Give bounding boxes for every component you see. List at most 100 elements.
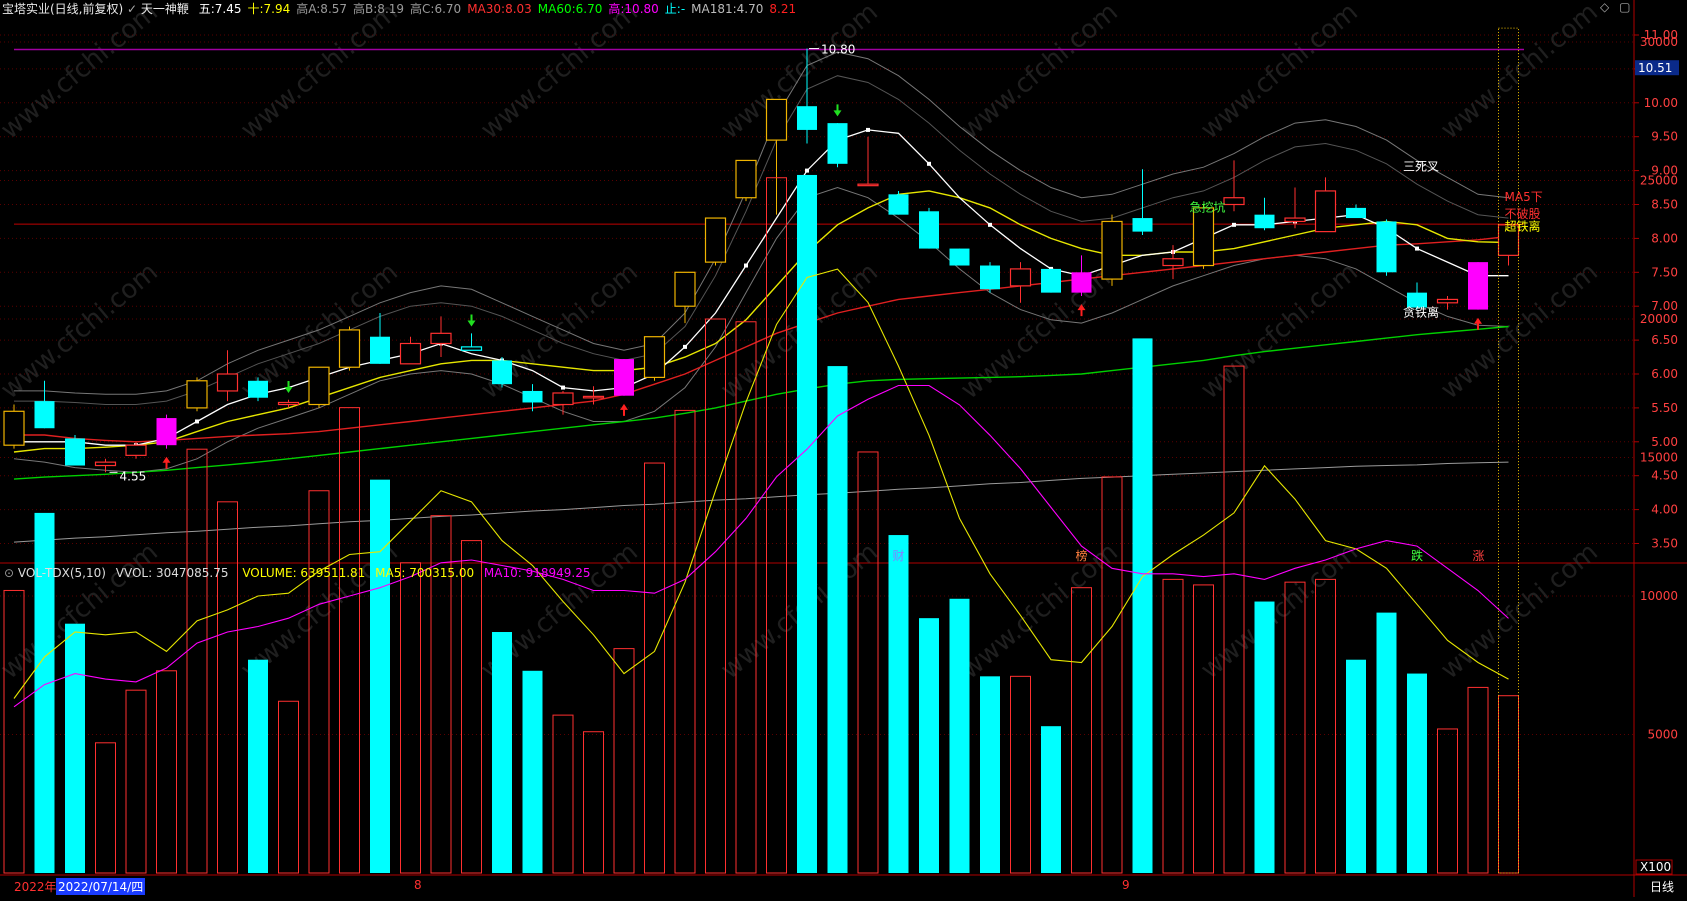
header-value-1: 十:7.94	[247, 2, 291, 16]
candle-body	[3, 410, 25, 446]
volume-bar	[1071, 587, 1092, 874]
volume-bar	[1437, 728, 1458, 874]
candle-body	[308, 366, 330, 406]
candle-body	[460, 346, 483, 351]
volume-bar	[217, 501, 238, 874]
candle-body	[156, 418, 177, 446]
volume-bar	[1376, 612, 1397, 873]
candle-body	[949, 248, 970, 266]
volume-bar	[1101, 476, 1123, 874]
volume-bar	[674, 409, 696, 874]
price-tick-label: 5.50	[1651, 401, 1678, 415]
watermark-text: www.cfchi.com	[475, 0, 644, 145]
volume-bar	[1467, 686, 1489, 874]
volume-bar	[308, 490, 330, 874]
price-tick-label: 7.50	[1651, 265, 1678, 279]
candle-body	[582, 395, 605, 399]
candle-body	[1346, 207, 1366, 219]
volume-bar	[1162, 578, 1184, 874]
header-value-4: 高C:6.70	[410, 2, 462, 16]
vol-unit-label: X100	[1640, 860, 1671, 874]
period-label[interactable]: 日线	[1650, 878, 1674, 895]
candle-body	[765, 98, 788, 141]
price-tick-label: 4.00	[1651, 503, 1678, 517]
candle-body	[1009, 268, 1032, 287]
ma5-dot	[866, 127, 870, 132]
vol-ma5-value: MA5: 700315.00	[375, 566, 475, 580]
watermark-text: www.cfchi.com	[0, 257, 164, 405]
candle-body	[277, 401, 300, 406]
volume-value: VOLUME: 639511.81	[242, 566, 366, 580]
annotation-text: MA5下	[1505, 190, 1543, 204]
candle-body	[1284, 217, 1306, 223]
ma5-dot	[744, 263, 748, 268]
annotation-text: 贪铁离	[1403, 304, 1439, 319]
volume-bar	[461, 540, 482, 874]
candle-body	[1376, 221, 1397, 273]
ma5-dot	[805, 168, 809, 173]
header-values: 五:7.45 十:7.94 高A:8.57 高B:8.19 高C:6.70 MA30:8.…	[193, 2, 796, 16]
volume-bar	[919, 618, 939, 873]
header-value-6: MA60:6.70	[537, 2, 603, 16]
candle-body	[797, 106, 817, 130]
vol-tick-label: 10000	[1640, 589, 1678, 603]
price-tick-label: 8.50	[1651, 198, 1678, 212]
price-tick-label: 6.00	[1651, 367, 1678, 381]
vol-tick-label: 20000	[1640, 312, 1678, 326]
volume-bar	[186, 448, 208, 874]
candle-body	[1041, 268, 1061, 293]
candle-body	[1468, 262, 1488, 310]
volume-bar	[1254, 601, 1275, 873]
sell-arrow-icon	[833, 104, 842, 117]
vol-indicator-name[interactable]: VOL-TDX(5,10)	[18, 566, 106, 580]
sell-arrow-icon	[284, 380, 293, 393]
header-value-10: 8.21	[769, 2, 797, 16]
event-marker: 财	[893, 549, 905, 563]
volume-bar	[644, 462, 665, 874]
expand-icon[interactable]: ▢	[1619, 0, 1630, 14]
volume-bar	[1193, 584, 1214, 874]
volume-bar	[1407, 673, 1427, 873]
volume-collapse-icon[interactable]: ⊙	[4, 566, 14, 580]
volume-bar	[857, 451, 879, 874]
volume-bar	[1041, 726, 1061, 873]
volume-bar	[492, 632, 512, 873]
volume-bar	[339, 407, 360, 874]
footer-month-8: 8	[414, 878, 422, 892]
candle-body	[430, 332, 452, 345]
ma5-dot	[683, 344, 687, 349]
indicator-name[interactable]: 天一神鞭	[141, 2, 189, 16]
event-marker: 涨	[1473, 548, 1485, 563]
header-value-3: 高B:8.19	[353, 2, 405, 16]
volume-bar	[278, 700, 299, 874]
candle-body	[186, 380, 208, 409]
volume-bar	[980, 676, 1000, 873]
volume-projection	[1498, 27, 1519, 874]
volume-bar	[65, 623, 85, 873]
candle-body	[125, 444, 147, 456]
volume-bar	[248, 659, 268, 873]
volume-bar	[1346, 659, 1366, 873]
vol-tick-label: 30000	[1640, 35, 1678, 49]
candle-body	[248, 380, 268, 398]
volume-bar	[583, 731, 604, 874]
footer-date[interactable]: 2022/07/14/四	[56, 878, 146, 895]
volume-bar	[1315, 578, 1336, 874]
candle-body	[399, 342, 422, 365]
volume-bar	[766, 177, 787, 874]
price-header: 宝塔实业(日线,前复权) ✓ 天一神鞭 五:7.45 十:7.94 高A:8.57 高…	[2, 2, 797, 16]
annotation-text: 急挖坑	[1190, 199, 1226, 214]
candle-body	[888, 194, 909, 215]
candle-body	[1101, 220, 1123, 280]
watermark-text: www.cfchi.com	[235, 0, 404, 145]
stock-title[interactable]: 宝塔实业(日线,前复权)	[2, 2, 123, 16]
candle-body	[674, 271, 696, 307]
current-price-label: 10.51	[1638, 61, 1672, 75]
candle-body	[65, 438, 85, 466]
header-value-5: MA30:8.03	[467, 2, 532, 16]
vol-tick-label: 5000	[1647, 728, 1678, 742]
candle-body	[34, 401, 55, 429]
volume-bar	[735, 321, 757, 874]
watermark-text: www.cfchi.com	[1195, 0, 1364, 145]
diamond-icon[interactable]: ◇	[1600, 0, 1609, 14]
